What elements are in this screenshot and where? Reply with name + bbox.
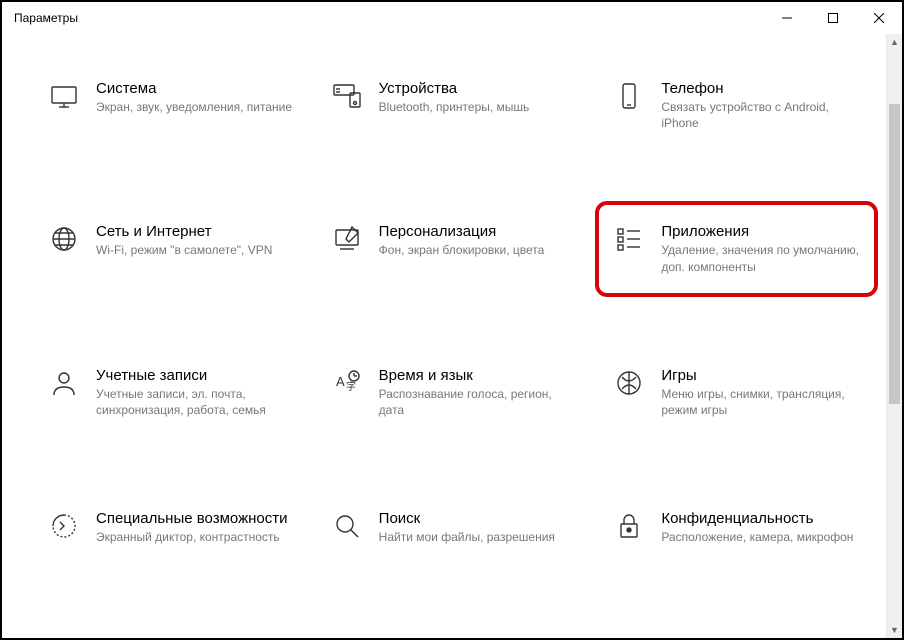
tile-title: Игры <box>661 367 860 384</box>
tile-desc: Найти мои файлы, разрешения <box>379 529 578 545</box>
tile-desc: Экран, звук, уведомления, питание <box>96 99 295 115</box>
tile-privacy[interactable]: Конфиденциальность Расположение, камера,… <box>607 504 866 551</box>
scroll-down-arrow[interactable]: ▼ <box>887 622 902 638</box>
personalization-icon <box>331 223 363 255</box>
maximize-button[interactable] <box>810 2 856 34</box>
network-icon <box>48 223 80 255</box>
tile-title: Телефон <box>661 80 860 97</box>
tile-apps[interactable]: Приложения Удаление, значения по умолчан… <box>595 201 878 296</box>
scrollbar-thumb[interactable] <box>889 104 900 404</box>
tile-title: Персонализация <box>379 223 578 240</box>
apps-icon <box>613 223 645 255</box>
tile-desc: Распознавание голоса, регион, дата <box>379 386 578 418</box>
tile-desc: Удаление, значения по умолчанию, доп. ко… <box>661 242 860 274</box>
gaming-icon <box>613 367 645 399</box>
tile-ease-of-access[interactable]: Специальные возможности Экранный диктор,… <box>42 504 301 551</box>
tile-update[interactable]: Обновление и <box>42 631 301 638</box>
devices-icon <box>331 80 363 112</box>
tile-title: Система <box>96 80 295 97</box>
tile-title: Конфиденциальность <box>661 510 860 527</box>
tile-network[interactable]: Сеть и Интернет Wi-Fi, режим "в самолете… <box>42 217 301 280</box>
tile-title: Устройства <box>379 80 578 97</box>
window-title: Параметры <box>14 11 764 25</box>
privacy-icon <box>613 510 645 542</box>
tile-desc: Wi-Fi, режим "в самолете", VPN <box>96 242 295 258</box>
close-button[interactable] <box>856 2 902 34</box>
svg-text:A: A <box>336 374 345 389</box>
tile-desc: Учетные записи, эл. почта, синхронизация… <box>96 386 295 418</box>
update-icon <box>48 637 80 638</box>
tile-title: Время и язык <box>379 367 578 384</box>
tile-search[interactable]: Поиск Найти мои файлы, разрешения <box>325 504 584 551</box>
vertical-scrollbar[interactable]: ▲ ▼ <box>886 34 902 638</box>
tile-gaming[interactable]: Игры Меню игры, снимки, трансляция, режи… <box>607 361 866 424</box>
tile-desc: Экранный диктор, контрастность <box>96 529 295 545</box>
tile-devices[interactable]: Устройства Bluetooth, принтеры, мышь <box>325 74 584 137</box>
tile-personalization[interactable]: Персонализация Фон, экран блокировки, цв… <box>325 217 584 280</box>
svg-text:字: 字 <box>346 380 356 393</box>
time-language-icon: A字 <box>331 367 363 399</box>
settings-content: Система Экран, звук, уведомления, питани… <box>2 34 886 638</box>
ease-of-access-icon <box>48 510 80 542</box>
titlebar: Параметры <box>2 2 902 34</box>
scroll-up-arrow[interactable]: ▲ <box>887 34 902 50</box>
tile-desc: Расположение, камера, микрофон <box>661 529 860 545</box>
phone-icon <box>613 80 645 112</box>
tile-accounts[interactable]: Учетные записи Учетные записи, эл. почта… <box>42 361 301 424</box>
tile-title: Сеть и Интернет <box>96 223 295 240</box>
tile-title: Учетные записи <box>96 367 295 384</box>
minimize-button[interactable] <box>764 2 810 34</box>
tile-desc: Bluetooth, принтеры, мышь <box>379 99 578 115</box>
tile-phone[interactable]: Телефон Связать устройство с Android, iP… <box>607 74 866 137</box>
tile-system[interactable]: Система Экран, звук, уведомления, питани… <box>42 74 301 137</box>
accounts-icon <box>48 367 80 399</box>
tile-title: Поиск <box>379 510 578 527</box>
tile-time-language[interactable]: A字 Время и язык Распознавание голоса, ре… <box>325 361 584 424</box>
system-icon <box>48 80 80 112</box>
tile-desc: Меню игры, снимки, трансляция, режим игр… <box>661 386 860 418</box>
search-icon <box>331 510 363 542</box>
tile-desc: Фон, экран блокировки, цвета <box>379 242 578 258</box>
tile-title: Приложения <box>661 223 860 240</box>
settings-grid: Система Экран, звук, уведомления, питани… <box>42 74 866 638</box>
tile-title: Обновление и <box>96 637 295 638</box>
tile-desc: Связать устройство с Android, iPhone <box>661 99 860 131</box>
tile-title: Специальные возможности <box>96 510 295 527</box>
